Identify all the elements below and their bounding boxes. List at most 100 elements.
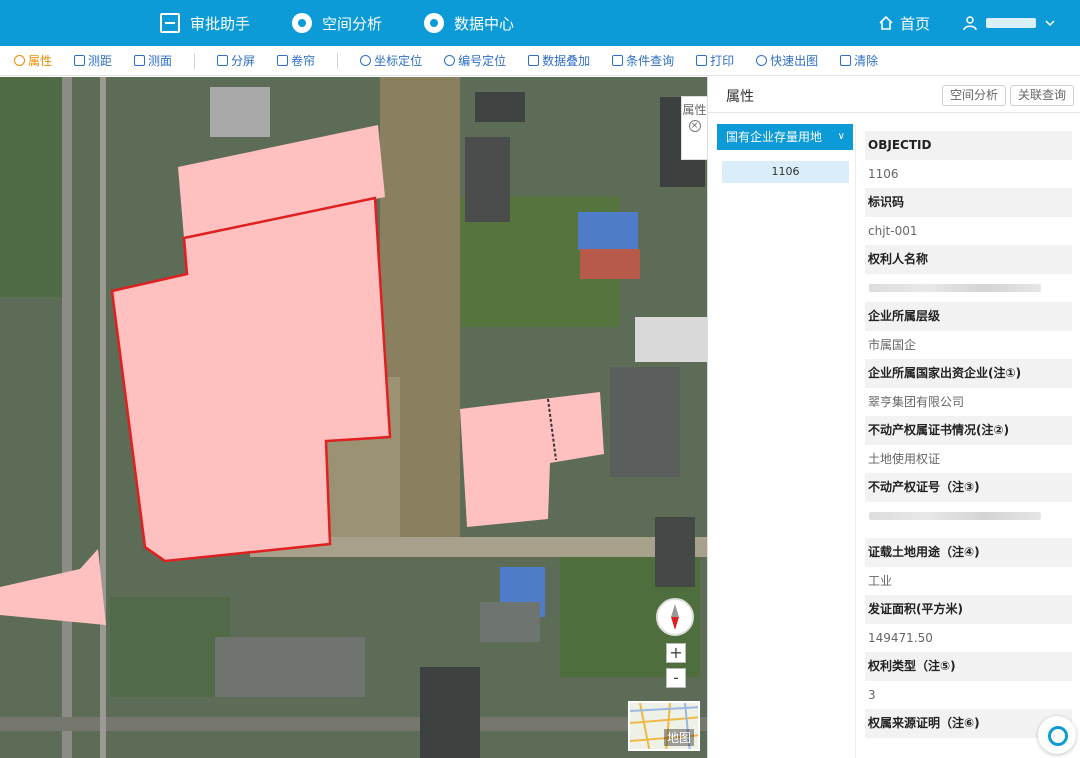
- data-icon: [424, 13, 445, 33]
- nav-spatial-analysis[interactable]: 空间分析: [292, 13, 382, 34]
- tool-label: 清除: [854, 54, 879, 68]
- swipe-icon: [277, 55, 289, 66]
- related-query-button[interactable]: 关联查询: [1010, 85, 1075, 106]
- attr-label: 权利类型（注⑤): [865, 652, 1072, 681]
- layer-select[interactable]: 国有企业存量用地 ∨: [717, 124, 853, 150]
- attr-value-redacted: [865, 274, 1072, 302]
- attr-value: 土地使用权证: [868, 452, 941, 466]
- nav-label: 数据中心: [454, 14, 515, 33]
- tool-label: 测面: [148, 54, 173, 68]
- attr-label: 发证面积(平方米): [865, 595, 1072, 624]
- tool-data-overlay[interactable]: 数据叠加: [528, 52, 590, 69]
- map-toolbar: 属性 测距 测面 分屏 卷帘 坐标定位 编号定位 数据叠加 条件查询 打印 快速…: [0, 46, 1080, 76]
- tool-measure-area[interactable]: 测面: [134, 52, 172, 69]
- top-header: 审批助手 空间分析 数据中心 首页: [0, 0, 1080, 46]
- tool-clear[interactable]: 清除: [840, 52, 878, 69]
- user-menu[interactable]: [962, 15, 1056, 31]
- spatial-icon: [292, 13, 313, 33]
- search-icon: [444, 55, 456, 66]
- attribute-table: OBJECTID 1106 标识码 chjt-001 权利人名称 企业所属层级 …: [865, 131, 1072, 738]
- nav-approval-assistant[interactable]: 审批助手: [160, 13, 250, 34]
- tool-label: 打印: [710, 54, 735, 68]
- nav-label: 审批助手: [190, 14, 251, 33]
- zoom-in-button[interactable]: +: [666, 643, 686, 663]
- feature-item[interactable]: 1106: [722, 161, 849, 183]
- split-screen-icon: [217, 55, 229, 66]
- close-icon[interactable]: ×: [688, 120, 701, 132]
- attribute-panel: 属性 空间分析 关联查询 国有企业存量用地 ∨ 1106 OBJECTID 11…: [707, 77, 1080, 758]
- attr-label: 证载土地用途（注④): [865, 538, 1072, 567]
- tool-label: 属性: [28, 54, 53, 68]
- tool-measure-distance[interactable]: 测距: [74, 52, 112, 69]
- tool-label: 数据叠加: [542, 54, 591, 68]
- panel-title: 属性: [726, 89, 754, 105]
- tool-label: 坐标定位: [374, 54, 423, 68]
- map-view[interactable]: 属性 × + - 地图: [0, 77, 707, 758]
- properties-side-tab[interactable]: 属性 ×: [681, 96, 707, 160]
- properties-tab-label: 属性: [682, 103, 707, 117]
- tool-quick-map[interactable]: 快速出图: [756, 52, 818, 69]
- basemap-label: 地图: [663, 729, 694, 746]
- tool-label: 测距: [88, 54, 113, 68]
- tool-swipe[interactable]: 卷帘: [277, 52, 315, 69]
- query-icon: [612, 55, 624, 66]
- tool-attributes[interactable]: 属性: [14, 52, 52, 69]
- attr-value: chjt-001: [868, 224, 918, 238]
- tool-label: 分屏: [231, 54, 256, 68]
- main-nav: 审批助手 空间分析 数据中心: [160, 0, 556, 46]
- basemap-switcher[interactable]: 地图: [628, 701, 700, 751]
- tool-label: 卷帘: [291, 54, 316, 68]
- attr-value-redacted: [865, 502, 1072, 538]
- home-link[interactable]: 首页: [878, 13, 930, 34]
- compass[interactable]: [656, 598, 694, 636]
- ruler-icon: [74, 55, 86, 66]
- attr-label: OBJECTID: [865, 131, 1072, 160]
- toolbar-divider: [194, 52, 196, 69]
- satellite-imagery: [0, 77, 707, 758]
- attr-value: 3: [868, 688, 876, 702]
- panel-header: 属性 空间分析 关联查询: [708, 77, 1080, 113]
- info-icon: [14, 55, 25, 66]
- trash-icon: [840, 55, 852, 66]
- tool-print[interactable]: 打印: [696, 52, 734, 69]
- area-icon: [134, 55, 146, 66]
- printer-icon: [696, 55, 708, 66]
- attr-label: 权利人名称: [865, 245, 1072, 274]
- layers-icon: [528, 55, 540, 66]
- user-icon: [963, 16, 977, 31]
- attr-value: 翠亨集团有限公司: [868, 395, 965, 409]
- home-icon: [879, 15, 893, 30]
- attr-label: 企业所属层级: [865, 302, 1072, 331]
- spatial-analysis-button[interactable]: 空间分析: [942, 85, 1007, 106]
- attr-value: 149471.50: [868, 631, 933, 645]
- compass-needle-icon: [671, 604, 679, 630]
- chevron-down-icon: [1045, 20, 1055, 27]
- toolbar-divider: [337, 52, 339, 69]
- zoom-out-button[interactable]: -: [666, 668, 686, 688]
- quick-map-icon: [756, 55, 768, 66]
- tool-split-screen[interactable]: 分屏: [217, 52, 255, 69]
- attr-label: 标识码: [865, 188, 1072, 217]
- tool-coordinate-locate[interactable]: 坐标定位: [360, 52, 422, 69]
- chevron-down-icon: ∨: [837, 131, 845, 142]
- tool-conditional-query[interactable]: 条件查询: [612, 52, 674, 69]
- nav-label: 空间分析: [322, 14, 383, 33]
- assistant-float-button[interactable]: [1038, 716, 1076, 754]
- attr-value: 工业: [868, 574, 893, 588]
- attr-label: 不动产权属证书情况(注②): [865, 416, 1072, 445]
- tool-label: 编号定位: [458, 54, 507, 68]
- attr-label: 不动产权证号（注③): [865, 473, 1072, 502]
- tool-id-locate[interactable]: 编号定位: [444, 52, 506, 69]
- header-right: 首页: [878, 0, 1056, 46]
- attr-value: 市属国企: [868, 338, 917, 352]
- layer-feature-list: 国有企业存量用地 ∨ 1106: [717, 124, 856, 758]
- approval-icon: [160, 13, 180, 33]
- location-pin-icon: [360, 55, 372, 66]
- user-name-redacted: [986, 18, 1036, 28]
- tool-label: 快速出图: [770, 54, 819, 68]
- layer-name: 国有企业存量用地: [726, 130, 823, 144]
- home-label: 首页: [899, 14, 930, 33]
- tool-label: 条件查询: [626, 54, 675, 68]
- attr-label: 企业所属国家出资企业(注①): [865, 359, 1072, 388]
- nav-data-center[interactable]: 数据中心: [424, 13, 514, 34]
